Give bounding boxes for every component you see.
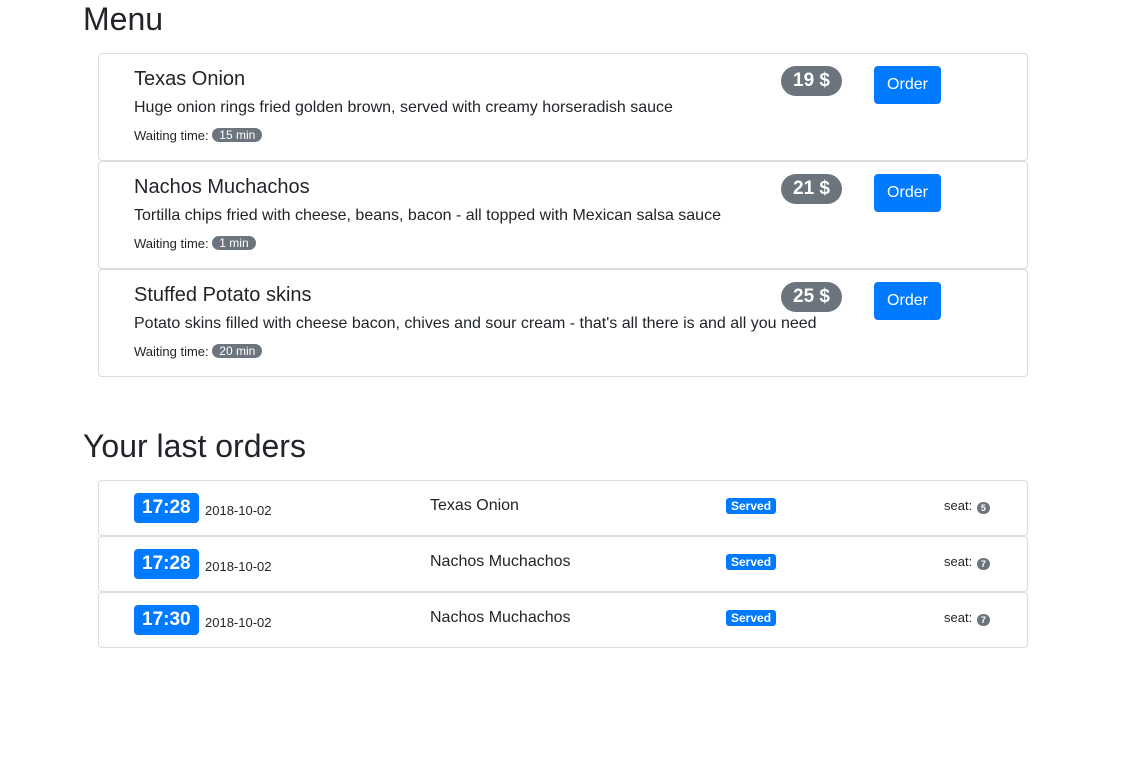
price-badge: 19 $ xyxy=(781,66,842,96)
waiting-time: Waiting time: 1 min xyxy=(134,236,256,252)
waiting-time-badge: 1 min xyxy=(212,236,256,250)
menu-item-name: Nachos Muchachos xyxy=(134,176,310,198)
status-badge: Served xyxy=(726,498,777,514)
order-item-name: Texas Onion xyxy=(430,497,519,514)
menu-item: Stuffed Potato skins Potato skins filled… xyxy=(98,269,1028,377)
order-date: 2018-10-02 xyxy=(205,559,272,574)
waiting-time: Waiting time: 20 min xyxy=(134,344,263,360)
seat-number-badge: 5 xyxy=(976,502,990,514)
waiting-time-badge: 20 min xyxy=(212,344,263,358)
waiting-time-badge: 15 min xyxy=(212,128,263,142)
menu-item-name: Stuffed Potato skins xyxy=(134,284,312,306)
seat-info: seat: 7 xyxy=(944,610,990,626)
seat-number-badge: 7 xyxy=(976,558,990,570)
order-row: 17:28 2018-10-02 Texas Onion Served seat… xyxy=(98,480,1028,536)
order-row: 17:30 2018-10-02 Nachos Muchachos Served… xyxy=(98,592,1028,648)
seat-number-badge: 7 xyxy=(976,614,990,626)
order-time-badge: 17:30 xyxy=(134,605,199,635)
order-button[interactable]: Order xyxy=(874,282,941,320)
waiting-time-label: Waiting time: xyxy=(134,128,209,143)
orders-list: 17:28 2018-10-02 Texas Onion Served seat… xyxy=(98,480,1028,648)
waiting-time: Waiting time: 15 min xyxy=(134,128,263,144)
status-badge: Served xyxy=(726,554,777,570)
seat-label: seat: xyxy=(944,498,973,513)
seat-info: seat: 7 xyxy=(944,554,990,570)
order-row: 17:28 2018-10-02 Nachos Muchachos Served… xyxy=(98,536,1028,592)
order-date: 2018-10-02 xyxy=(205,503,272,518)
menu-item: Texas Onion Huge onion rings fried golde… xyxy=(98,53,1028,161)
order-date: 2018-10-02 xyxy=(205,615,272,630)
menu-heading: Menu xyxy=(83,1,164,37)
order-time-badge: 17:28 xyxy=(134,493,199,523)
seat-label: seat: xyxy=(944,610,973,625)
menu-item-name: Texas Onion xyxy=(134,68,246,90)
menu-item: Nachos Muchachos Tortilla chips fried wi… xyxy=(98,161,1028,269)
order-time-badge: 17:28 xyxy=(134,549,199,579)
menu-item-description: Potato skins filled with cheese bacon, c… xyxy=(134,315,817,332)
order-item-name: Nachos Muchachos xyxy=(430,553,571,570)
seat-info: seat: 5 xyxy=(944,498,990,514)
status-badge: Served xyxy=(726,610,777,626)
waiting-time-label: Waiting time: xyxy=(134,344,209,359)
seat-label: seat: xyxy=(944,554,973,569)
price-badge: 25 $ xyxy=(781,282,842,312)
price-badge: 21 $ xyxy=(781,174,842,204)
menu-list: Texas Onion Huge onion rings fried golde… xyxy=(98,53,1028,377)
order-item-name: Nachos Muchachos xyxy=(430,609,571,626)
orders-heading: Your last orders xyxy=(83,428,306,464)
order-button[interactable]: Order xyxy=(874,174,941,212)
order-button[interactable]: Order xyxy=(874,66,941,104)
menu-item-description: Huge onion rings fried golden brown, ser… xyxy=(134,99,673,116)
waiting-time-label: Waiting time: xyxy=(134,236,209,251)
menu-item-description: Tortilla chips fried with cheese, beans,… xyxy=(134,207,721,224)
